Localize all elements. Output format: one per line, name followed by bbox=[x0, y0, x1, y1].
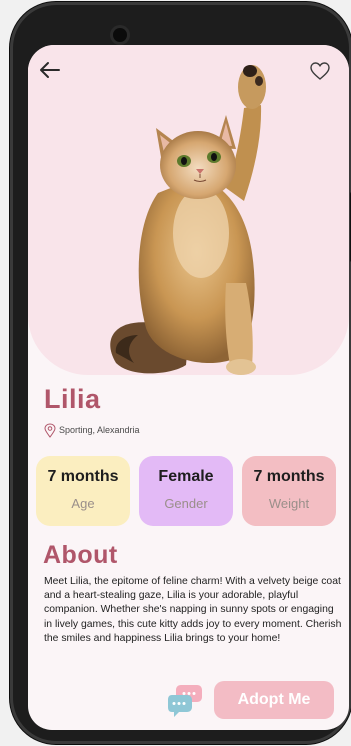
cat-photo bbox=[110, 65, 266, 375]
adopt-me-button[interactable]: Adopt Me bbox=[214, 681, 334, 719]
back-arrow-icon bbox=[40, 62, 60, 78]
weight-card: 7 months Weight bbox=[242, 456, 336, 526]
weight-label: Weight bbox=[268, 496, 310, 511]
front-camera bbox=[113, 28, 127, 42]
about-heading: About bbox=[43, 541, 118, 569]
gender-value: Female bbox=[158, 468, 214, 485]
age-value: 7 months bbox=[47, 468, 119, 485]
gender-card: Female Gender bbox=[139, 456, 233, 526]
age-label: Age bbox=[71, 496, 95, 511]
about-description: Meet Lilia, the epitome of feline charm!… bbox=[44, 576, 342, 644]
age-card: 7 months Age bbox=[36, 456, 130, 526]
favorite-button[interactable] bbox=[309, 61, 331, 81]
location-pin-icon bbox=[44, 422, 56, 438]
back-button[interactable] bbox=[37, 59, 63, 81]
heart-outline-icon bbox=[310, 62, 330, 80]
chat-bubbles-icon bbox=[168, 685, 202, 717]
gender-label: Gender bbox=[164, 496, 208, 511]
pet-location: Sporting, Alexandria bbox=[44, 421, 140, 439]
location-text: Sporting, Alexandria bbox=[59, 425, 140, 435]
pet-name: Lilia bbox=[44, 384, 101, 414]
chat-button[interactable] bbox=[167, 681, 203, 719]
pet-profile-screen: Lilia Sporting, Alexandria 7 months Age … bbox=[28, 45, 349, 730]
weight-value: 7 months bbox=[253, 468, 325, 485]
